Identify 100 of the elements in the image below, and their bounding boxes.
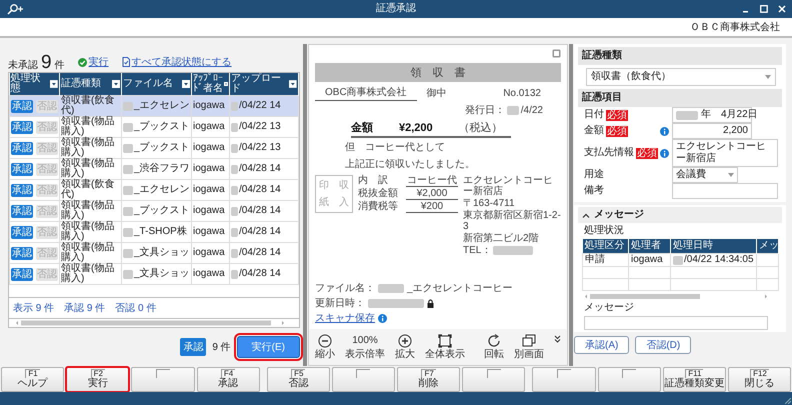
table-cell: 領収書(物品購入): [60, 158, 122, 180]
required-badge: 必須: [606, 110, 628, 120]
redacted-block: [123, 164, 133, 174]
table-cell: iogawa: [192, 158, 230, 180]
upload-date: /04/28 14: [239, 164, 281, 174]
filter-dropdown-icon[interactable]: [50, 80, 58, 88]
table-cell: 領収書(物品購入): [60, 242, 122, 264]
function-key[interactable]: F1 ヘルプ: [1, 367, 64, 392]
purpose-dropdown[interactable]: 会議費: [672, 167, 738, 183]
redacted-block: [676, 110, 698, 120]
table-cell: 申請: [582, 254, 628, 266]
column-header: 処理日時: [670, 239, 756, 254]
table-cell: iogawa: [192, 242, 230, 264]
redacted-block: [123, 122, 133, 132]
column-header: ｱｯﾌﾟﾛｰﾄﾞ者名: [193, 74, 223, 94]
field-label: 備考: [584, 185, 604, 197]
table-cell: 領収書(飲食代): [60, 96, 122, 116]
file-name: _エクセレントコーヒー: [407, 282, 513, 295]
action-button[interactable]: 否認(D): [635, 336, 692, 354]
horizontal-scrollbar[interactable]: [584, 293, 768, 300]
toolbar-button[interactable]: 別画面: [514, 334, 544, 360]
message-section-header[interactable]: メッセージ: [578, 207, 782, 223]
text-field[interactable]: エクセレントコーヒー新宿店: [672, 139, 778, 167]
redacted-block: [378, 284, 404, 292]
function-key[interactable]: F11 証憑種類変更: [662, 367, 726, 392]
table-cell: iogawa: [192, 200, 230, 222]
window-title: 証憑承認: [376, 3, 416, 14]
breakdown-value: ¥200: [406, 201, 458, 213]
message-input[interactable]: [584, 316, 768, 330]
function-key[interactable]: F4 承認: [196, 367, 260, 392]
breakdown-label: 消費税等: [358, 201, 399, 213]
toolbar-button[interactable]: 全体表示: [425, 334, 465, 360]
redacted-block: [123, 248, 133, 258]
amount-field[interactable]: 2,200: [672, 123, 752, 139]
receipt-number: No.0132: [503, 88, 541, 98]
company-name: ＯＢＣ商事株式会社: [690, 20, 780, 34]
run-link[interactable]: 実行: [88, 55, 109, 69]
field-label: 日付: [584, 109, 604, 121]
column-header: 処理状態: [10, 74, 42, 94]
file-name: _ブックスト: [134, 206, 190, 216]
maximize-icon[interactable]: [760, 5, 768, 13]
pending-label: 未承認: [8, 58, 38, 72]
status-label: 処理状況: [584, 225, 625, 237]
count-unit: 件: [54, 59, 65, 72]
toolbar-button[interactable]: 縮小: [315, 334, 335, 360]
caret-icon: [728, 173, 734, 177]
voucher-type-dropdown[interactable]: 領収書（飲食代）: [586, 68, 776, 86]
datetime-text: /04/22 14:34:05: [684, 254, 754, 266]
filter-dropdown-icon[interactable]: [289, 80, 297, 88]
approve-badge[interactable]: 承認: [11, 100, 33, 112]
function-key[interactable]: F5 否認: [266, 367, 330, 392]
search-plus-icon[interactable]: [6, 3, 24, 15]
addressee: OBC商事株式会社: [315, 85, 417, 101]
info-icon: [378, 314, 387, 322]
table-cell: iogawa: [192, 138, 230, 158]
issuer-line: 東京都新宿区新宿1-2-3: [463, 210, 561, 232]
close-icon[interactable]: [778, 5, 786, 13]
breakdown-label: 税抜金額: [358, 188, 399, 200]
table-cell: iogawa: [192, 222, 230, 242]
table-cell: iogawa: [192, 180, 230, 200]
approve-badge[interactable]: 承認: [11, 142, 33, 154]
issuer-line: 新宿第二ビル2階: [463, 233, 540, 244]
approve-badge[interactable]: 承認: [11, 268, 33, 280]
toolbar-button[interactable]: 回転: [484, 334, 504, 360]
filter-dropdown-icon[interactable]: [182, 80, 190, 88]
filter-dropdown-icon[interactable]: [112, 80, 120, 88]
filter-dropdown-icon[interactable]: [224, 80, 228, 88]
approve-badge: 承認: [180, 338, 206, 356]
field-label: 支払先情報: [584, 147, 634, 159]
approve-badge[interactable]: 承認: [11, 204, 33, 218]
approve-badge[interactable]: 承認: [11, 120, 33, 134]
image-icon[interactable]: [552, 49, 561, 58]
toolbar-button[interactable]: 100% 表示倍率: [345, 334, 385, 360]
text-field[interactable]: [672, 183, 778, 199]
section-title: メッセージ: [594, 209, 644, 221]
toolbar-button[interactable]: 拡大: [395, 334, 415, 360]
approve-badge[interactable]: 承認: [11, 184, 33, 196]
redacted-block: [231, 164, 238, 174]
approve-badge[interactable]: 承認: [11, 246, 33, 260]
column-header: アップロード: [231, 74, 282, 94]
redacted-block: [231, 144, 238, 152]
approve-badge[interactable]: 承認: [11, 226, 33, 238]
purpose-text: 但 コーヒー代として: [345, 141, 446, 154]
redacted-block: [123, 270, 133, 278]
function-key[interactable]: F12 閉じる: [728, 367, 792, 392]
resize-grip-icon: [785, 398, 791, 404]
approve-badge[interactable]: 承認: [11, 162, 33, 176]
action-button[interactable]: 承認(A): [574, 336, 630, 354]
double-chevron-down-icon[interactable]: [554, 335, 561, 343]
function-key[interactable]: F2 実行: [66, 367, 130, 392]
caret-icon: [765, 75, 771, 79]
horizontal-scrollbar[interactable]: [15, 320, 285, 326]
breakdown-value: ¥2,000: [406, 188, 458, 200]
function-key[interactable]: F7 削除: [397, 367, 460, 392]
upload-date: /04/28 14: [239, 185, 281, 195]
upload-date: /04/28 14: [239, 227, 281, 237]
approve-all-link[interactable]: すべて承認状態にする: [132, 55, 232, 69]
scanner-save-link[interactable]: スキャナ保存: [315, 311, 375, 325]
redacted-block: [123, 102, 133, 110]
issue-date: /4/22: [520, 104, 543, 116]
